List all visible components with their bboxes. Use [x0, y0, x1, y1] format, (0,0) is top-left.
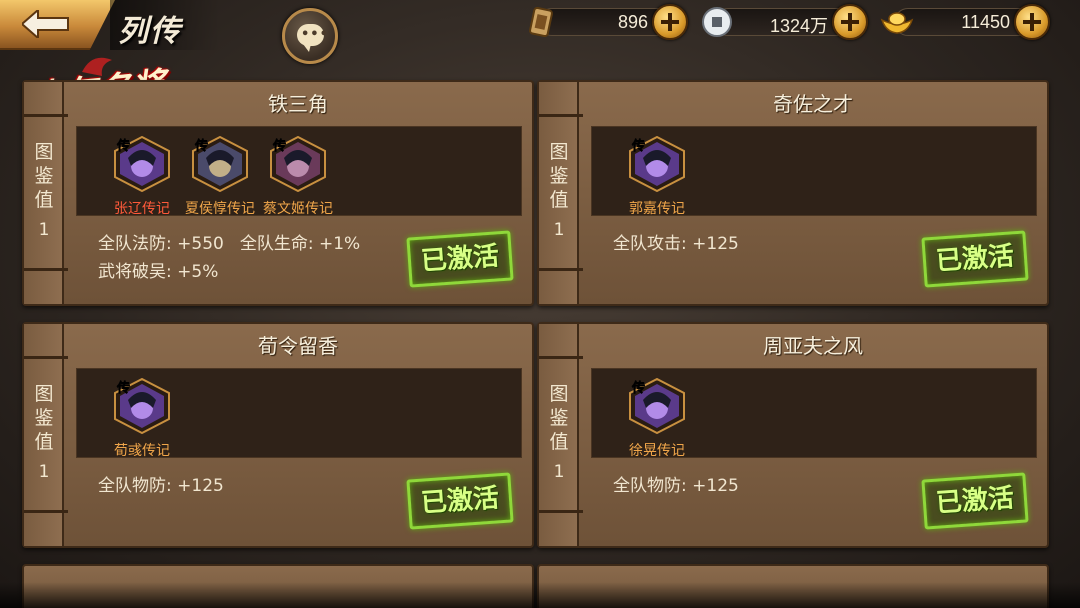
card-spine: 图鉴值 1 [24, 82, 68, 304]
card-stats: 全队攻击: +125 [613, 230, 755, 258]
currency-value: 896 [617, 12, 648, 32]
stat-row: 全队物防: +125 [613, 472, 755, 500]
activated-stamp: 已激活 [921, 472, 1029, 530]
currency-scroll: 896 [524, 4, 690, 40]
hero-list: 传 荀彧传记 [104, 377, 180, 460]
hero-name: 荀彧传记 [114, 443, 170, 459]
hero-entry[interactable]: 传 张辽传记 [104, 135, 180, 218]
stat-text: 全队物防: +125 [98, 476, 224, 496]
card-title: 铁三角 [268, 92, 328, 116]
svg-text:传: 传 [631, 138, 645, 154]
gold-ingot-icon [880, 12, 914, 34]
activated-label: 已激活 [420, 483, 500, 519]
collection-value: 1 [553, 220, 565, 240]
collection-value: 1 [38, 220, 50, 240]
stat-text: 全队生命: +1% [239, 234, 361, 254]
collection-value-label: 图鉴值 [549, 383, 569, 453]
hero-name: 夏侯惇传记 [185, 201, 255, 217]
svg-text:传: 传 [194, 138, 208, 154]
stat-row: 武将破吴: +5% [98, 258, 376, 286]
currency-value: 11450 [961, 12, 1010, 32]
biography-card[interactable]: 图鉴值 1 荀令留香 传 荀彧传记 全队物防: +125 已激活 [22, 322, 534, 548]
activated-stamp: 已激活 [406, 472, 514, 530]
collection-value: 1 [553, 462, 565, 482]
hero-name: 张辽传记 [114, 201, 170, 217]
hero-entry[interactable]: 传 徐晃传记 [619, 377, 695, 460]
card-title: 奇佐之才 [773, 92, 853, 116]
stat-row: 全队物防: +125 [98, 472, 240, 500]
svg-text:传: 传 [631, 380, 645, 396]
activated-stamp: 已激活 [921, 230, 1029, 288]
biography-card[interactable]: 图鉴值 1 铁三角 传 张辽传记 传 夏侯惇传记 传 蔡文姬传记 全队法防: +… [22, 80, 534, 306]
activated-label: 已激活 [420, 241, 500, 277]
hero-portrait-icon: 传 [114, 135, 170, 193]
hero-entry[interactable]: 传 夏侯惇传记 [182, 135, 258, 218]
card-spine: 图鉴值 1 [539, 324, 583, 546]
svg-text:传: 传 [116, 138, 130, 154]
stat-text: 全队物防: +125 [613, 476, 739, 496]
collection-value-label: 图鉴值 [34, 141, 54, 211]
activated-label: 已激活 [935, 241, 1015, 277]
add-silver-button[interactable] [832, 4, 868, 40]
silver-coin-icon [702, 7, 732, 37]
svg-text:传: 传 [116, 380, 130, 396]
card-stats: 全队法防: +550 全队生命: +1% 武将破吴: +5% [98, 230, 376, 286]
hero-portrait-icon: 传 [629, 135, 685, 193]
hero-portrait-icon: 传 [192, 135, 248, 193]
hero-portrait-icon: 传 [629, 377, 685, 435]
hero-name: 徐晃传记 [629, 443, 685, 459]
svg-text:传: 传 [272, 138, 286, 154]
hero-portrait-icon: 传 [114, 377, 170, 435]
biography-card[interactable]: 图鉴值 1 周亚夫之风 传 徐晃传记 全队物防: +125 已激活 [537, 322, 1049, 548]
hero-list: 传 徐晃传记 [619, 377, 695, 460]
card-title: 荀令留香 [258, 334, 338, 358]
currency-gold: 11450 [880, 4, 1052, 40]
hero-name: 蔡文姬传记 [263, 201, 333, 217]
hero-entry[interactable]: 传 郭嘉传记 [619, 135, 695, 218]
card-spine: 图鉴值 1 [24, 324, 68, 546]
currency-silver: 1324万 [700, 4, 870, 40]
chat-bubble-icon: ••• [297, 24, 328, 52]
hero-list: 传 郭嘉传记 [619, 135, 695, 218]
page-title: 列传 [118, 14, 182, 49]
card-stats: 全队物防: +125 [613, 472, 755, 500]
bottom-fade [0, 582, 1080, 608]
collection-value-label: 图鉴值 [34, 383, 54, 453]
activated-label: 已激活 [935, 483, 1015, 519]
currency-value: 1324万 [769, 16, 828, 36]
scroll-token-icon [529, 6, 553, 38]
stat-row: 全队攻击: +125 [613, 230, 755, 258]
activated-stamp: 已激活 [406, 230, 514, 288]
hero-entry[interactable]: 传 荀彧传记 [104, 377, 180, 460]
chat-button[interactable]: ••• [282, 8, 338, 64]
hero-entry[interactable]: 传 蔡文姬传记 [260, 135, 336, 218]
add-gold-button[interactable] [1014, 4, 1050, 40]
stat-text: 全队法防: +550 [98, 234, 224, 254]
biography-card[interactable]: 图鉴值 1 奇佐之才 传 郭嘉传记 全队攻击: +125 已激活 [537, 80, 1049, 306]
card-spine: 图鉴值 1 [539, 82, 583, 304]
hero-list: 传 张辽传记 传 夏侯惇传记 传 蔡文姬传记 [104, 135, 336, 218]
collection-value: 1 [38, 462, 50, 482]
back-button[interactable] [0, 0, 115, 50]
stat-text: 全队攻击: +125 [613, 234, 739, 254]
card-title: 周亚夫之风 [763, 334, 863, 358]
add-scroll-button[interactable] [652, 4, 688, 40]
hero-name: 郭嘉传记 [629, 201, 685, 217]
stat-row: 全队法防: +550 全队生命: +1% [98, 230, 376, 258]
hero-portrait-icon: 传 [270, 135, 326, 193]
back-arrow-icon [22, 10, 69, 38]
collection-value-label: 图鉴值 [549, 141, 569, 211]
stat-text: 武将破吴: +5% [98, 262, 219, 282]
card-stats: 全队物防: +125 [98, 472, 240, 500]
